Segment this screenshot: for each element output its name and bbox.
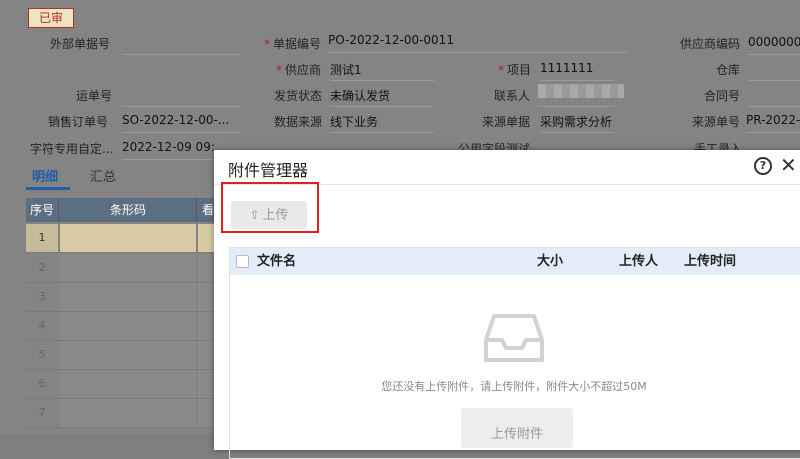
sales-order-label: 销售订单号 (48, 115, 109, 129)
project-label: * 项目 (498, 63, 532, 77)
barcode-cell[interactable] (60, 341, 196, 369)
contact-field[interactable] (538, 87, 614, 107)
tab-details[interactable]: 明细 (32, 166, 58, 185)
upload-icon: ⇧ (249, 208, 260, 222)
source-doc-field[interactable]: 采购需求分析 (540, 113, 614, 133)
supplier-field[interactable]: 测试1 (330, 61, 434, 81)
table-row[interactable]: 6 (26, 370, 226, 399)
grid-header: 序号 条形码 看 (26, 198, 226, 222)
table-row[interactable]: 3 (26, 283, 226, 312)
grid-header-index[interactable]: 序号 (26, 198, 59, 222)
barcode-cell[interactable] (60, 399, 196, 427)
supplier-label: * 供应商 (276, 63, 322, 77)
status-badge: 已审 (28, 8, 74, 28)
external-doc-label: 外部单据号 (50, 37, 111, 51)
custom-field-label: 字符专用自定... (30, 142, 114, 156)
table-row[interactable]: 1 (26, 224, 226, 253)
contract-field[interactable] (748, 87, 800, 107)
attachment-table-header: 文件名 大小 上传人 上传时间 (230, 248, 800, 275)
table-row[interactable]: 2 (26, 254, 226, 283)
column-uploader[interactable]: 上传人 (619, 248, 658, 275)
select-all-checkbox[interactable] (236, 255, 249, 268)
table-row[interactable]: 7 (26, 399, 226, 428)
barcode-cell[interactable] (60, 224, 196, 252)
source-no-label: 来源单号 (692, 115, 741, 129)
barcode-cell[interactable] (60, 283, 196, 311)
row-index: 3 (38, 290, 46, 303)
barcode-cell[interactable] (60, 370, 196, 398)
close-icon[interactable]: ✕ (780, 153, 797, 177)
column-size[interactable]: 大小 (537, 248, 563, 275)
warehouse-field[interactable] (748, 61, 800, 81)
row-index: 4 (38, 319, 46, 332)
project-field[interactable]: 1111111 (540, 61, 614, 81)
row-index: 1 (26, 224, 58, 252)
doc-no-field[interactable]: PO-2022-12-00-0011 (328, 33, 628, 53)
ship-status-field[interactable]: 未确认发货 (330, 87, 434, 107)
source-doc-label: 来源单据 (482, 115, 531, 129)
supplier-code-label: 供应商编码 (680, 37, 741, 51)
row-index: 5 (38, 348, 46, 361)
custom-field[interactable]: 2022-12-09 09:04:59... (122, 140, 214, 160)
data-source-field[interactable]: 线下业务 (330, 113, 434, 133)
empty-inbox-icon (484, 314, 544, 362)
table-row[interactable]: 4 (26, 312, 226, 341)
dialog-title: 附件管理器 (228, 161, 309, 180)
external-doc-field[interactable] (122, 35, 240, 55)
grid-header-barcode[interactable]: 条形码 (60, 198, 197, 222)
ship-status-label: 发货状态 (274, 89, 323, 103)
doc-no-label: * 单据编号 (264, 37, 322, 51)
row-index: 7 (38, 406, 46, 419)
waybill-label: 运单号 (76, 89, 113, 103)
table-row[interactable]: 5 (26, 341, 226, 370)
upload-button[interactable]: ⇧ 上传 (231, 201, 307, 229)
column-upload-time[interactable]: 上传时间 (684, 248, 736, 275)
waybill-field[interactable] (122, 87, 240, 107)
attachment-manager-dialog: 附件管理器 ? ✕ ⇧ 上传 文件名 大小 上传人 上传时间 您还没有上传附件，请… (214, 150, 800, 459)
dialog-header: 附件管理器 ? ✕ (214, 150, 800, 185)
barcode-cell[interactable] (60, 312, 196, 340)
tab-summary[interactable]: 汇总 (90, 166, 116, 185)
contract-label: 合同号 (704, 89, 741, 103)
active-tab-indicator (26, 187, 70, 190)
row-index: 6 (38, 377, 46, 390)
data-source-label: 数据来源 (274, 115, 323, 129)
row-index: 2 (38, 261, 46, 274)
empty-state-text: 您还没有上传附件，请上传附件，附件大小不超过50M (381, 380, 647, 393)
supplier-code-field[interactable]: 00000003 (748, 35, 800, 55)
contact-label: 联系人 (494, 89, 531, 103)
source-no-field[interactable]: PR-2022-1 (746, 113, 800, 133)
sales-order-field[interactable]: SO-2022-12-00-... (122, 113, 240, 133)
barcode-cell[interactable] (60, 254, 196, 282)
warehouse-label: 仓库 (716, 63, 741, 77)
help-icon[interactable]: ? (754, 157, 772, 175)
empty-upload-button[interactable]: 上传附件 (461, 408, 573, 448)
upload-button-label: 上传 (262, 208, 289, 223)
column-file-name[interactable]: 文件名 (257, 248, 296, 275)
